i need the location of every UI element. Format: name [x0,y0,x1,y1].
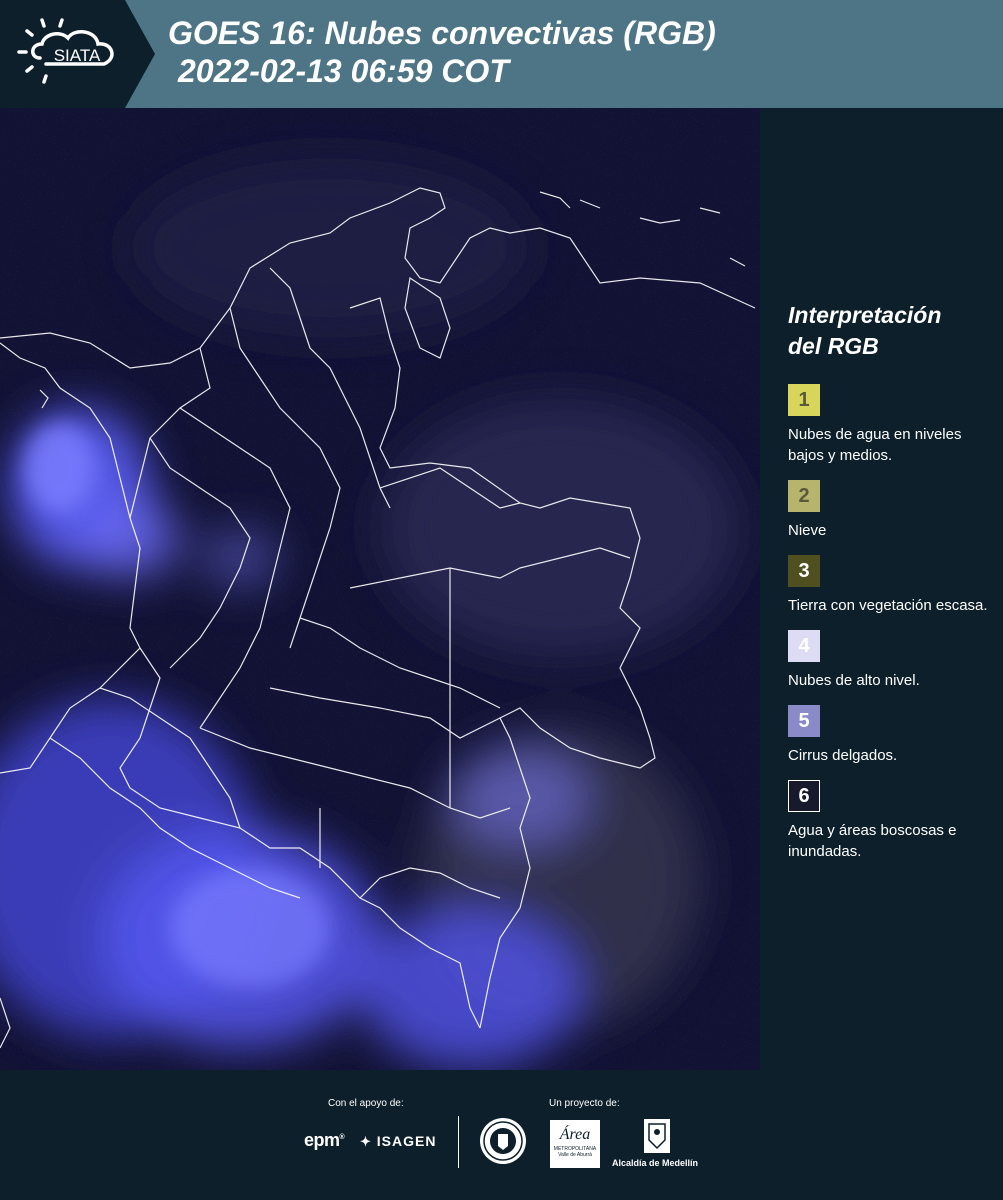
satellite-map[interactable] [0,108,760,1070]
epm-logo-text: epm [304,1130,340,1150]
page-title-datetime: 2022-02-13 06:59 COT [178,53,509,89]
page-title-product: GOES 16: Nubes convectivas (RGB) [168,15,716,51]
siata-logo[interactable]: SIATA [0,0,155,108]
alcaldia-shield-icon[interactable] [643,1118,671,1154]
legend-swatch: 5 [788,705,820,737]
legend-swatch: 6 [788,780,820,812]
legend-label: Nubes de alto nivel. [788,672,920,689]
legend-label: Nubes de agua en niveles bajos y medios. [788,426,962,464]
legend-title-line2: del RGB [788,333,879,359]
support-label: Con el apoyo de: [328,1098,404,1109]
legend-title: Interpretación del RGB [788,300,988,362]
medellin-seal-icon[interactable] [478,1116,528,1166]
siata-logo-graphic: SIATA [0,0,155,108]
legend-label: Agua y áreas boscosas e inundadas. [788,822,957,860]
legend-title-line1: Interpretación [788,302,942,328]
legend-label: Tierra con vegetación escasa. [788,597,988,614]
isagen-logo-text: ISAGEN [376,1133,437,1149]
legend-swatch: 2 [788,480,820,512]
area-metropolitana-logo-text: Área [559,1126,591,1143]
siata-logo-text: SIATA [54,46,101,65]
project-label: Un proyecto de: [549,1098,620,1109]
legend-swatch: 3 [788,555,820,587]
legend-swatch: 4 [788,630,820,662]
alcaldia-text: Alcaldía de Medellín [612,1158,699,1168]
legend-item: 5 Cirrus delgados. [788,705,988,766]
footer-divider [458,1116,459,1168]
legend-item: 4 Nubes de alto nivel. [788,630,988,691]
legend-swatch: 1 [788,384,820,416]
rgb-legend: Interpretación del RGB 1 Nubes de agua en… [788,300,988,876]
satellite-map-image [0,108,760,1070]
legend-item: 6 Agua y áreas boscosas e inundadas. [788,780,988,862]
page-title: GOES 16: Nubes convectivas (RGB) 2022-02… [168,14,716,90]
legend-label: Cirrus delgados. [788,747,898,764]
header-bar: SIATA GOES 16: Nubes convectivas (RGB) 2… [0,0,1003,108]
epm-logo[interactable]: epm® [304,1130,345,1151]
area-metropolitana-line2: Valle de Aburrá [558,1152,592,1158]
legend-label: Nieve [788,522,827,539]
legend-item: 1 Nubes de agua en niveles bajos y medios… [788,384,988,466]
legend-item: 2 Nieve [788,480,988,541]
area-metropolitana-logo[interactable]: Área METROPOLITANA Valle de Aburrá [550,1120,600,1168]
legend-item: 3 Tierra con vegetación escasa. [788,555,988,616]
footer: Con el apoyo de: Un proyecto de: epm® ✦ … [0,1070,1003,1200]
legend-items: 1 Nubes de agua en niveles bajos y medios… [788,384,988,862]
isagen-icon: ✦ [360,1134,372,1149]
isagen-logo[interactable]: ✦ ISAGEN [360,1133,436,1150]
